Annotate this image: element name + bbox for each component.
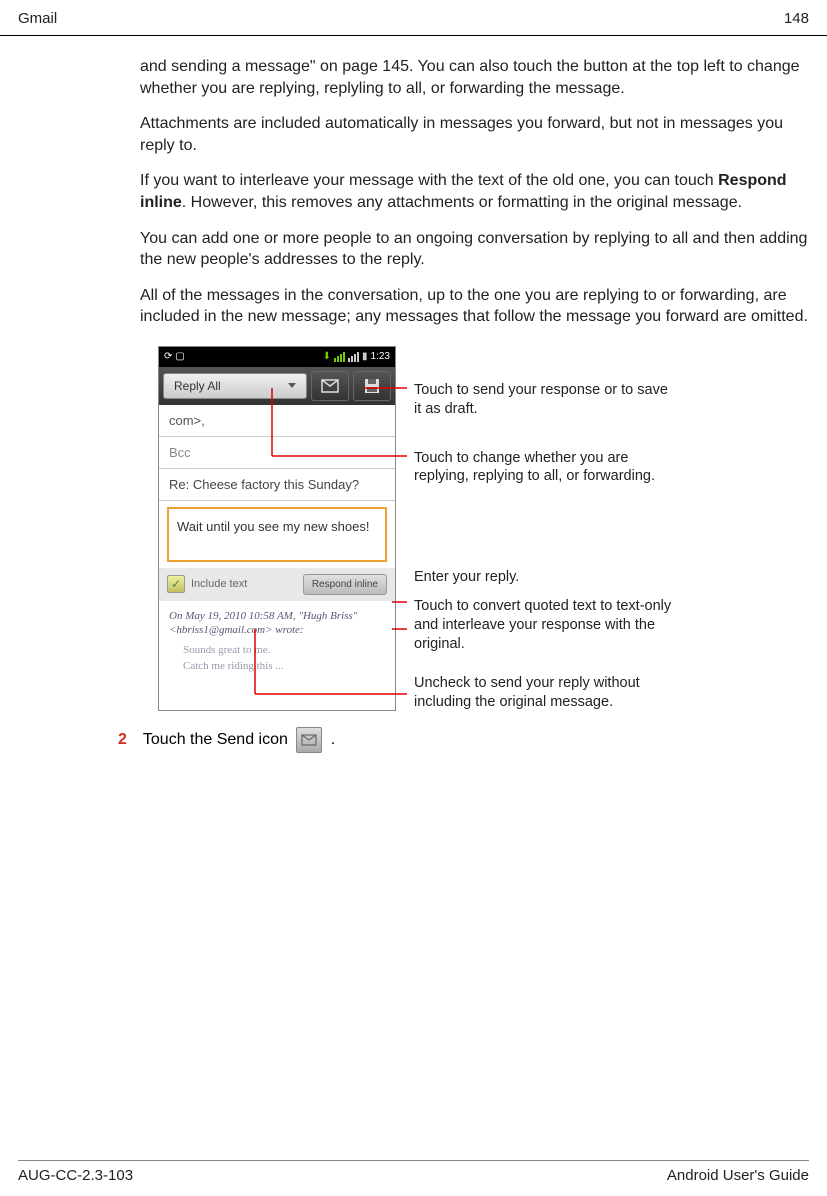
callout-change-mode: Touch to change whether you are replying… [414, 449, 674, 487]
quote-header: On May 19, 2010 10:58 AM, "Hugh Briss" <… [169, 609, 385, 638]
include-text-checkbox[interactable]: ✓ [167, 575, 185, 593]
subject-field[interactable]: Re: Cheese factory this Sunday? [159, 469, 395, 501]
header-section: Gmail [18, 10, 57, 27]
reply-all-label: Reply All [174, 379, 221, 393]
phone-screenshot: ⟳ ▢ ⬇ [158, 346, 396, 711]
paragraph-5: All of the messages in the conversation,… [140, 285, 809, 328]
send-button[interactable] [311, 371, 349, 401]
status-right: ⬇ ▮ [323, 351, 390, 362]
floppy-icon [364, 378, 380, 394]
dropdown-arrow-icon [288, 383, 296, 388]
callout-enter-reply: Enter your reply. [414, 568, 674, 587]
footer-right: Android User's Guide [667, 1167, 809, 1184]
callouts-column: Touch to send your response or to save i… [396, 346, 674, 711]
step-number: 2 [118, 731, 127, 749]
respond-inline-button[interactable]: Respond inline [303, 574, 387, 595]
card-icon: ▢ [175, 351, 184, 362]
callout-uncheck: Uncheck to send your reply without inclu… [414, 674, 674, 712]
cell-signal-icon [348, 352, 359, 362]
footer-left: AUG-CC-2.3-103 [18, 1167, 133, 1184]
step-text-pre: Touch the Send icon [143, 732, 292, 749]
include-text-label: Include text [191, 578, 297, 590]
callout-respond-inline: Touch to convert quoted text to text-onl… [414, 597, 674, 654]
status-time: 1:23 [371, 351, 390, 362]
p3-post: . However, this removes any attachments … [182, 194, 742, 211]
p3-pre: If you want to interleave your message w… [140, 172, 718, 189]
quote-line-1: Sounds great to me. [169, 642, 385, 659]
step-text: Touch the Send icon . [143, 727, 335, 753]
signal-icon [334, 352, 345, 362]
reply-mode-button[interactable]: Reply All [163, 373, 307, 399]
paragraph-1: and sending a message" on page 145. You … [140, 56, 809, 99]
bcc-field[interactable]: Bcc [159, 437, 395, 469]
paragraph-2: Attachments are included automatically i… [140, 113, 809, 156]
status-left: ⟳ ▢ [164, 351, 185, 362]
to-field[interactable]: com>, [159, 405, 395, 437]
step-text-post: . [331, 732, 335, 749]
status-bar: ⟳ ▢ ⬇ [159, 347, 395, 367]
compose-box[interactable]: Wait until you see my new shoes! [167, 507, 387, 562]
email-fields: com>, Bcc Re: Cheese factory this Sunday… [159, 405, 395, 501]
page-footer: AUG-CC-2.3-103 Android User's Guide [18, 1160, 809, 1184]
quote-line-2: Catch me riding this ... [169, 658, 385, 675]
figure-area: ⟳ ▢ ⬇ [158, 346, 809, 711]
download-icon: ⬇ [323, 351, 331, 362]
quote-area: On May 19, 2010 10:58 AM, "Hugh Briss" <… [159, 601, 395, 683]
paragraph-4: You can add one or more people to an ong… [140, 228, 809, 271]
callout-send-save: Touch to send your response or to save i… [414, 381, 674, 419]
options-row: ✓ Include text Respond inline [159, 568, 395, 601]
send-icon [296, 727, 322, 753]
page-header: Gmail 148 [0, 0, 827, 36]
header-page-number: 148 [784, 10, 809, 27]
envelope-icon [321, 379, 339, 393]
paragraph-3: If you want to interleave your message w… [140, 170, 809, 213]
battery-icon: ▮ [362, 351, 368, 362]
save-draft-button[interactable] [353, 371, 391, 401]
step-2: 2 Touch the Send icon . [118, 727, 809, 753]
compose-toolbar: Reply All [159, 367, 395, 405]
main-content: and sending a message" on page 145. You … [0, 36, 827, 753]
sync-icon: ⟳ [164, 351, 172, 362]
figure-wrapper: ⟳ ▢ ⬇ [140, 346, 809, 711]
